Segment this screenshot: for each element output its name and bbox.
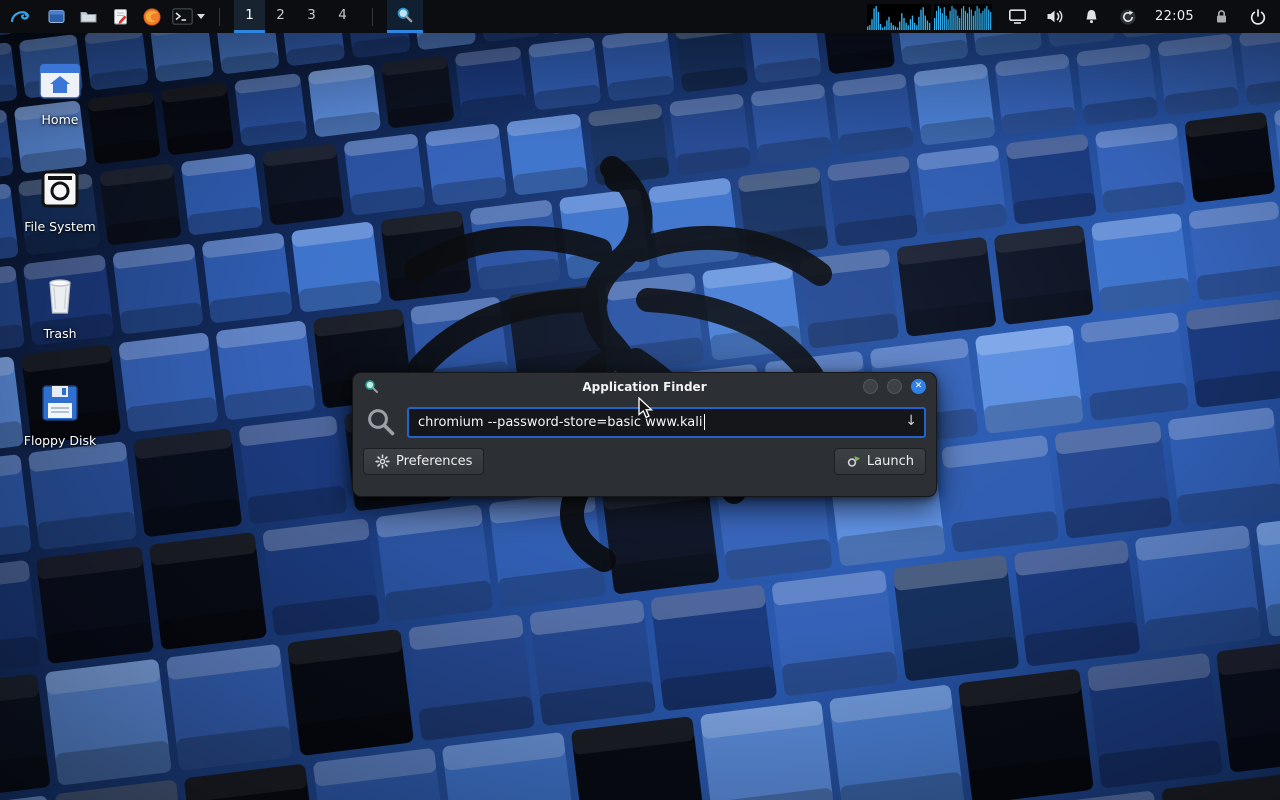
taskbar-application-finder-button[interactable] — [387, 0, 423, 33]
terminal-icon — [172, 8, 193, 25]
updates-icon[interactable] — [1116, 5, 1140, 29]
folder-icon[interactable] — [76, 5, 100, 29]
minimize-button[interactable] — [863, 379, 878, 394]
power-icon[interactable] — [1246, 5, 1270, 29]
trash-icon — [5, 272, 115, 320]
panel-separator — [372, 7, 373, 26]
panel-separator — [219, 7, 220, 26]
launch-button[interactable]: Launch — [833, 448, 926, 475]
text-caret — [704, 414, 706, 430]
launch-button-label: Launch — [866, 454, 914, 469]
workspace-1[interactable]: 1 — [234, 0, 265, 33]
cpu-graph-right — [934, 3, 993, 30]
search-input-value: chromium --password-store=basic www.kali — [418, 414, 703, 430]
search-input[interactable]: chromium --password-store=basic www.kali… — [407, 406, 926, 438]
workspace-switcher: 1 2 3 4 — [234, 0, 358, 33]
notifications-bell-icon[interactable] — [1079, 5, 1103, 29]
desktop-icon-home[interactable]: Home — [5, 58, 115, 127]
desktop-icon-label: File System — [24, 219, 96, 234]
home-icon — [5, 58, 115, 106]
workspace-2[interactable]: 2 — [265, 0, 296, 33]
cpu-graph[interactable] — [867, 3, 993, 30]
firefox-icon[interactable] — [140, 5, 164, 29]
maximize-button[interactable] — [887, 379, 902, 394]
gear-icon — [375, 454, 390, 469]
terminal-launcher[interactable] — [172, 8, 205, 25]
titlebar[interactable]: Application Finder ✕ — [353, 373, 936, 400]
application-finder-icon — [397, 7, 413, 23]
desktop-icon-file-system[interactable]: File System — [5, 165, 115, 234]
workspace-3[interactable]: 3 — [296, 0, 327, 33]
launch-icon — [847, 456, 860, 467]
desktop-icon-label: Trash — [43, 326, 77, 341]
panel-clock[interactable]: 22:05 — [1153, 9, 1196, 24]
file-manager-icon[interactable] — [44, 5, 68, 29]
text-editor-icon[interactable] — [108, 5, 132, 29]
search-icon — [368, 409, 395, 436]
window-icon-application-finder — [364, 379, 379, 398]
lock-icon[interactable] — [1209, 5, 1233, 29]
chevron-down-icon[interactable] — [197, 14, 205, 19]
workspace-4[interactable]: 4 — [327, 0, 358, 33]
top-panel: 1 2 3 4 22:05 — [0, 0, 1280, 33]
kali-menu-icon[interactable] — [4, 0, 36, 33]
desktop-icon-label: Home — [41, 112, 79, 127]
desktop-icon-trash[interactable]: Trash — [5, 272, 115, 341]
application-finder-window: Application Finder ✕ chromium --password… — [352, 372, 937, 497]
display-icon[interactable] — [1005, 5, 1029, 29]
dropdown-arrow-icon[interactable]: ↓ — [905, 413, 917, 429]
volume-icon[interactable] — [1042, 5, 1066, 29]
close-button[interactable]: ✕ — [911, 379, 926, 394]
desktop-icon-label: Floppy Disk — [23, 433, 97, 448]
desktop-icon-floppy-disk[interactable]: Floppy Disk — [5, 379, 115, 448]
file-system-icon — [5, 165, 115, 213]
cpu-graph-left — [867, 3, 932, 30]
preferences-button[interactable]: Preferences — [363, 448, 485, 475]
window-title: Application Finder — [582, 379, 707, 394]
preferences-button-label: Preferences — [396, 454, 473, 469]
floppy-disk-icon — [5, 379, 115, 427]
